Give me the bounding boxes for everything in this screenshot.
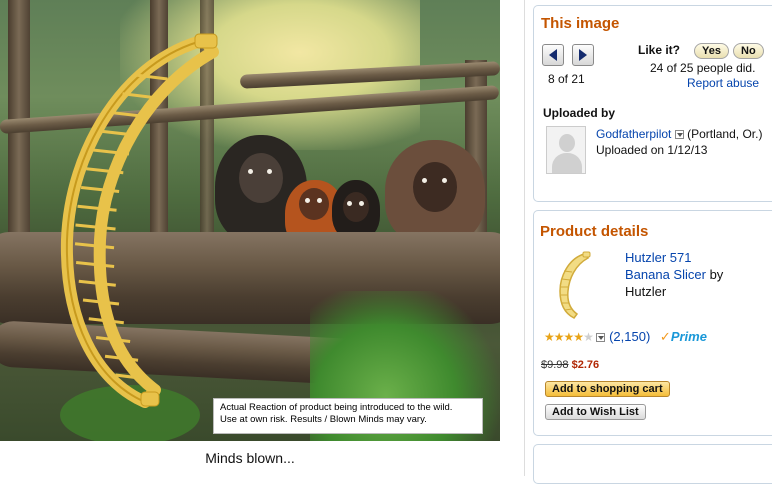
slicer-blade: [95, 336, 131, 343]
star-icon: ★: [583, 330, 594, 344]
slicer-blade: [74, 242, 115, 250]
uploader-avatar[interactable]: [546, 126, 586, 174]
uploaded-by-label: Uploaded by: [543, 106, 616, 120]
star-icon: ★: [553, 330, 565, 344]
like-prompt: Like it?: [638, 43, 681, 57]
price-row: $9.98 $2.76: [541, 359, 599, 371]
review-count-link[interactable]: (2,150): [609, 329, 650, 344]
chimpanzee: [385, 140, 485, 245]
this-image-title: This image: [541, 15, 620, 32]
product-details-panel: Product details Hutzler 571 Banana Slicer…: [533, 210, 772, 436]
product-photo: Actual Reaction of product being introdu…: [0, 0, 500, 441]
like-yes-button[interactable]: Yes: [694, 43, 729, 59]
add-to-wishlist-button[interactable]: Add to Wish List: [545, 404, 646, 420]
product-name-link[interactable]: Hutzler 571 Banana Slicer: [625, 250, 706, 282]
uploader-info: Godfatherpilot (Portland, Or.) Uploaded …: [596, 126, 766, 158]
avatar-body-icon: [552, 153, 582, 173]
star-icon: ★: [563, 330, 575, 344]
arrow-left-icon: [549, 49, 557, 61]
product-details-title: Product details: [540, 223, 649, 240]
avatar-head-icon: [559, 134, 575, 152]
uploader-location: (Portland, Or.): [687, 127, 763, 141]
slicer-blade: [75, 223, 116, 231]
banana-slicer-image: [60, 33, 219, 408]
slicer-blade: [122, 92, 156, 100]
slicer-blade: [88, 317, 124, 325]
prime-check-icon: ✓: [659, 329, 671, 344]
slicer-blade: [77, 204, 117, 212]
product-title-block: Hutzler 571 Banana Slicer by Hutzler: [625, 249, 765, 300]
like-no-button[interactable]: No: [733, 43, 764, 59]
product-name-line2[interactable]: Banana Slicer: [625, 267, 706, 282]
monkey: [332, 180, 380, 240]
star-icon: ★: [544, 330, 555, 344]
uploader-name-link[interactable]: Godfatherpilot: [596, 127, 671, 141]
report-abuse-link[interactable]: Report abuse: [687, 76, 759, 90]
slicer-blade: [78, 279, 116, 287]
by-text: by: [705, 267, 724, 282]
photo-caption: Minds blown...: [205, 450, 295, 466]
prime-label: Prime: [670, 329, 707, 344]
like-votes-text: 24 of 25 people did.: [650, 61, 756, 75]
prime-badge: ✓Prime: [660, 329, 707, 344]
star-rating[interactable]: ★★★★★: [544, 329, 594, 344]
product-thumbnail[interactable]: [556, 251, 592, 321]
image-position: 8 of 21: [548, 72, 585, 86]
slicer-blade: [82, 298, 120, 306]
sale-price: $2.76: [571, 359, 600, 371]
slicer-blade: [75, 261, 115, 268]
add-to-cart-button[interactable]: Add to shopping cart: [545, 381, 670, 397]
arrow-right-icon: [579, 49, 587, 61]
dropdown-icon[interactable]: [674, 130, 684, 140]
rating-row: ★★★★★ (2,150) ✓Prime: [544, 329, 707, 345]
product-name-line1[interactable]: Hutzler 571: [625, 250, 691, 265]
star-icon: ★: [573, 330, 584, 344]
previous-image-button[interactable]: [542, 44, 564, 66]
list-price: $9.98: [541, 359, 569, 371]
next-panel: [533, 444, 772, 484]
overlay-caption: Actual Reaction of product being introdu…: [213, 398, 483, 434]
upload-date: Uploaded on 1/12/13: [596, 143, 708, 157]
rating-dropdown-icon[interactable]: [596, 333, 606, 343]
overlay-caption-line1: Actual Reaction of product being introdu…: [220, 402, 453, 413]
this-image-panel: This image 8 of 21 Like it? Yes No 24 of…: [533, 5, 772, 202]
column-divider: [524, 0, 525, 476]
next-image-button[interactable]: [572, 44, 594, 66]
overlay-caption-line2: Use at own risk. Results / Blown Minds m…: [220, 414, 427, 425]
brand-name: Hutzler: [625, 284, 667, 299]
slicer-blade: [104, 354, 139, 362]
